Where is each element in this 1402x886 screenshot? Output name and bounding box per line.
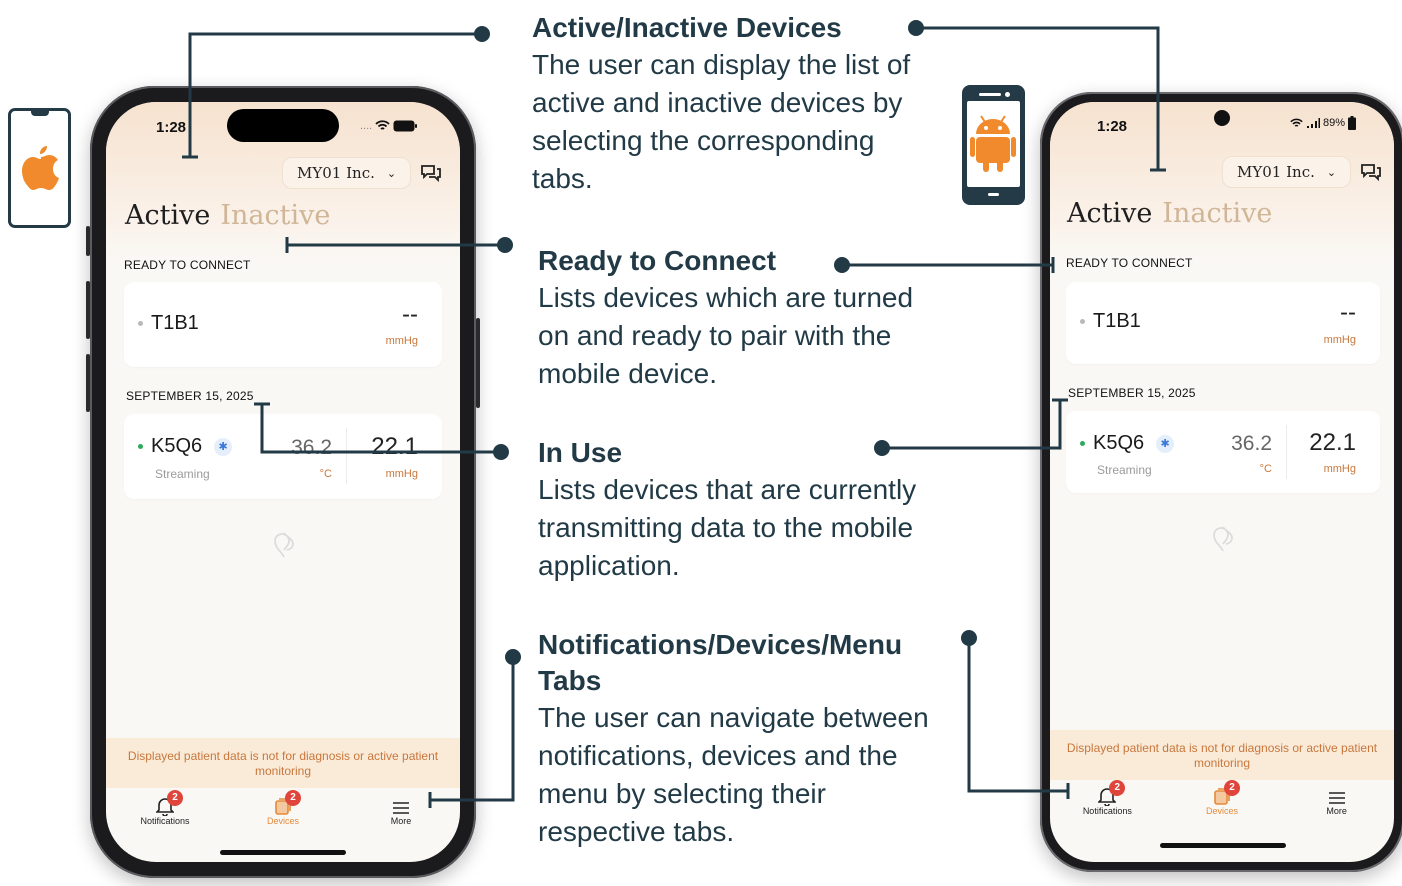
- annotation-body: The user can display the list of active …: [532, 49, 911, 194]
- annotation-title: Notifications/Devices/Menu Tabs: [538, 629, 903, 696]
- annotation-in-use: In Use Lists devices that are currently …: [538, 435, 938, 585]
- annotation-nav-tabs: Notifications/Devices/Menu Tabs The user…: [538, 627, 948, 851]
- annotation-title: Ready to Connect: [538, 245, 777, 276]
- annotation-ready-to-connect: Ready to Connect Lists devices which are…: [538, 243, 938, 393]
- annotation-body: Lists devices that are currently transmi…: [538, 474, 917, 581]
- annotation-title: In Use: [538, 437, 623, 468]
- infographic: 1:28 .... MY01 Inc. ⌄ Active Inactive REA…: [0, 0, 1402, 886]
- annotation-title: Active/Inactive Devices: [532, 12, 842, 43]
- annotation-active-inactive: Active/Inactive Devices The user can dis…: [532, 10, 912, 198]
- annotation-body: The user can navigate between notificati…: [538, 702, 929, 847]
- annotation-body: Lists devices which are turned on and re…: [538, 282, 914, 389]
